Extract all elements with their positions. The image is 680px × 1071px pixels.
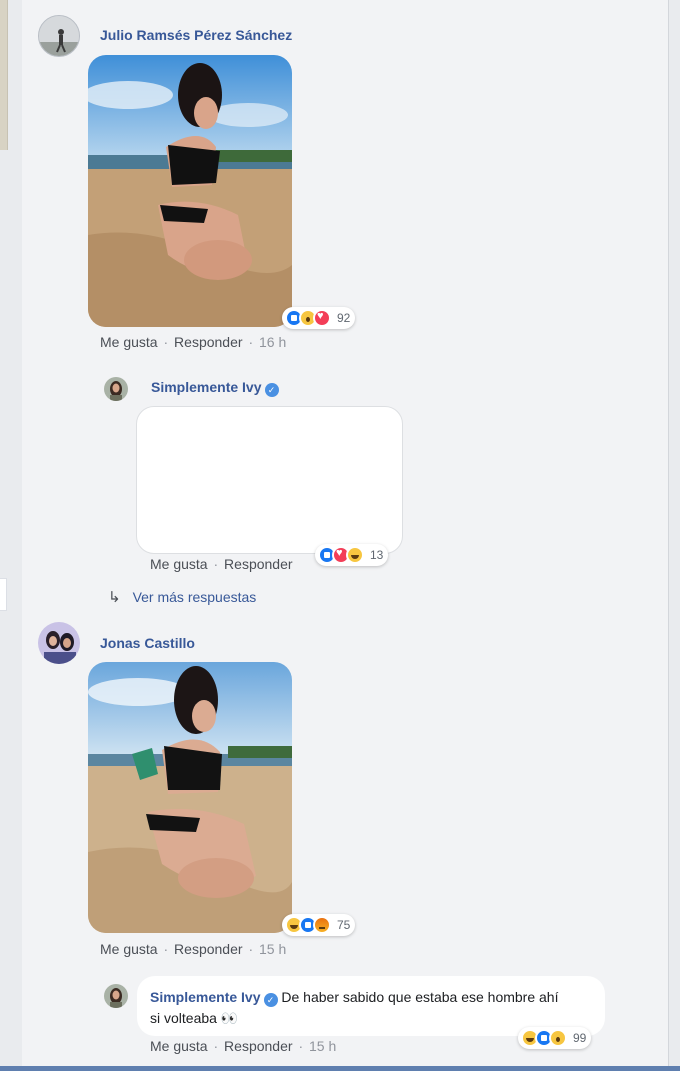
reply-link[interactable]: Responder [174, 334, 243, 350]
like-link[interactable]: Me gusta [100, 334, 158, 350]
avatar[interactable] [104, 377, 128, 401]
haha-icon [346, 546, 364, 564]
reply-link[interactable]: Responder [174, 941, 243, 957]
like-link[interactable]: Me gusta [150, 1038, 208, 1054]
avatar[interactable] [38, 622, 80, 664]
reply-content: Simplemente Ivy ✓ De haber sabido que est… [150, 987, 560, 1029]
reaction-count: 99 [573, 1031, 587, 1045]
reaction-summary[interactable]: 99 [518, 1027, 592, 1049]
comment-timestamp[interactable]: 16 h [259, 334, 286, 350]
comment-timestamp[interactable]: 15 h [259, 941, 286, 957]
reaction-summary[interactable]: 13 [315, 544, 389, 566]
like-link[interactable]: Me gusta [100, 941, 158, 957]
hidden-attachment[interactable] [136, 406, 403, 554]
reaction-summary[interactable]: 92 [282, 307, 356, 329]
left-panel-edge [0, 0, 8, 150]
love-icon [313, 309, 331, 327]
verified-badge-icon: ✓ [264, 383, 279, 397]
reply-link[interactable]: Responder [224, 1038, 293, 1054]
more-replies-link[interactable]: ↳ Ver más respuestas [108, 588, 256, 606]
wow-icon [549, 1029, 567, 1047]
reply-author[interactable]: Simplemente Ivy ✓ [151, 379, 279, 397]
bottom-bar [0, 1066, 680, 1071]
verified-badge-icon: ✓ [263, 993, 278, 1007]
comment-photo[interactable] [88, 55, 292, 327]
reply-actions: Me gusta · Responder [150, 556, 293, 572]
comment-timestamp[interactable]: 15 h [309, 1038, 336, 1054]
avatar[interactable] [38, 15, 80, 57]
reaction-count: 92 [337, 311, 351, 325]
reaction-count: 13 [370, 548, 384, 562]
comment-author[interactable]: Jonas Castillo [100, 635, 195, 651]
comment-author[interactable]: Julio Ramsés Pérez Sánchez [100, 27, 292, 43]
angry-icon [313, 916, 331, 934]
left-panel-tab [0, 578, 7, 611]
reply-arrow-icon: ↳ [108, 589, 121, 606]
reply-link[interactable]: Responder [224, 556, 293, 572]
panel-divider [668, 0, 669, 1068]
comment-actions: Me gusta · Responder · 16 h [100, 334, 287, 350]
avatar[interactable] [104, 984, 128, 1008]
reply-author[interactable]: Simplemente Ivy ✓ [150, 989, 278, 1007]
reaction-summary[interactable]: 75 [282, 914, 356, 936]
like-link[interactable]: Me gusta [150, 556, 208, 572]
reaction-count: 75 [337, 918, 351, 932]
comment-actions: Me gusta · Responder · 15 h [100, 941, 287, 957]
comment-photo[interactable] [88, 662, 292, 933]
reply-actions: Me gusta · Responder · 15 h [150, 1038, 337, 1054]
